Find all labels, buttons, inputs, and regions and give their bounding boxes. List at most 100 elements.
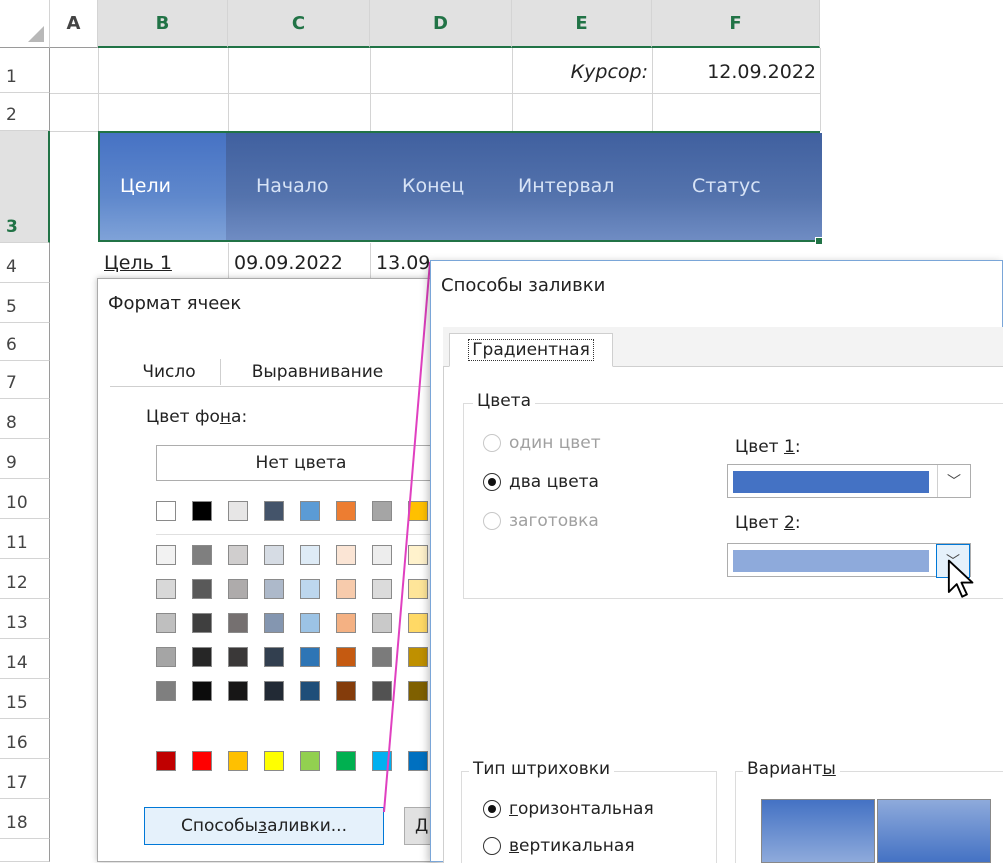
column-header-c[interactable]: C	[228, 0, 370, 48]
row-header-5[interactable]: 5	[0, 283, 50, 323]
tint-color-swatch[interactable]	[192, 613, 212, 633]
cell-f1[interactable]: 12.09.2022	[656, 52, 816, 92]
radio-horizontal[interactable]: горизонтальная	[483, 799, 654, 819]
tint-color-swatch[interactable]	[156, 647, 176, 667]
shading-group-label: Тип штриховки	[469, 759, 615, 779]
standard-color-swatch[interactable]	[336, 751, 356, 771]
radio-vertical[interactable]: вертикальная	[483, 836, 635, 856]
radio-two-colors-label: два цвета	[509, 472, 599, 492]
row-header-9[interactable]: 9	[0, 439, 50, 479]
row-header-8[interactable]: 8	[0, 399, 50, 439]
fill-effects-dialog: Способы заливки Градиентная Цвета один ц…	[430, 260, 1003, 863]
tab-number[interactable]: Число	[124, 357, 214, 387]
theme-color-swatch[interactable]	[264, 501, 284, 521]
variant-2[interactable]	[877, 799, 991, 863]
fill-handle[interactable]	[815, 237, 823, 245]
chevron-down-icon[interactable]: ﹀	[937, 465, 970, 497]
color2-dropdown[interactable]: ﹀	[727, 543, 971, 578]
theme-color-swatch[interactable]	[156, 501, 176, 521]
tint-color-swatch[interactable]	[192, 681, 212, 701]
tint-color-swatch[interactable]	[336, 545, 356, 565]
theme-color-swatch[interactable]	[336, 501, 356, 521]
row-header-2[interactable]: 2	[0, 93, 50, 131]
tint-color-swatch[interactable]	[156, 579, 176, 599]
tint-color-swatch[interactable]	[264, 647, 284, 667]
tint-color-swatch[interactable]	[228, 681, 248, 701]
cell-b4[interactable]: Цель 1	[104, 246, 228, 280]
row-header-3[interactable]: 3	[0, 131, 50, 243]
tint-color-swatch[interactable]	[192, 647, 212, 667]
tint-color-swatch[interactable]	[264, 613, 284, 633]
tab-gradient[interactable]: Градиентная	[449, 333, 613, 367]
tab-alignment[interactable]: Выравнивание	[230, 357, 405, 387]
standard-color-swatch[interactable]	[156, 751, 176, 771]
row-header-11[interactable]: 11	[0, 519, 50, 559]
tint-color-swatch[interactable]	[264, 681, 284, 701]
tint-color-swatch[interactable]	[228, 647, 248, 667]
tint-color-swatch[interactable]	[228, 545, 248, 565]
tint-color-swatch[interactable]	[336, 613, 356, 633]
tint-color-swatch[interactable]	[336, 681, 356, 701]
theme-color-swatch[interactable]	[300, 501, 320, 521]
tint-color-swatch[interactable]	[228, 579, 248, 599]
row-header-10[interactable]: 10	[0, 479, 50, 519]
tint-color-swatch[interactable]	[336, 579, 356, 599]
color2-label: Цвет 2:	[735, 513, 801, 533]
header-label-status: Статус	[692, 175, 761, 197]
row-header-1[interactable]: 1	[0, 48, 50, 93]
fill-effects-button[interactable]: Способы з аливки...	[144, 807, 384, 845]
standard-color-swatch[interactable]	[300, 751, 320, 771]
header-band[interactable]: Цели Начало Конец Интервал Статус	[98, 131, 822, 242]
tint-color-swatch[interactable]	[156, 545, 176, 565]
tint-color-swatch[interactable]	[300, 647, 320, 667]
radio-one-color[interactable]: один цвет	[483, 433, 601, 453]
cell-e1[interactable]: Курсор:	[520, 52, 648, 92]
row-header-18[interactable]: 18	[0, 799, 50, 839]
row-header-14[interactable]: 14	[0, 639, 50, 679]
tab-gradient-label: Градиентная	[468, 339, 594, 361]
radio-preset[interactable]: заготовка	[483, 511, 599, 531]
tint-color-swatch[interactable]	[228, 613, 248, 633]
standard-color-swatch[interactable]	[192, 751, 212, 771]
tint-color-swatch[interactable]	[156, 681, 176, 701]
standard-color-swatch[interactable]	[228, 751, 248, 771]
row-header-7[interactable]: 7	[0, 361, 50, 399]
theme-color-swatch[interactable]	[192, 501, 212, 521]
tint-color-swatch[interactable]	[156, 613, 176, 633]
row-header-19[interactable]	[0, 839, 50, 862]
radio-horizontal-label: горизонтальная	[509, 799, 654, 819]
variant-1[interactable]	[761, 799, 875, 863]
row-header-12[interactable]: 12	[0, 559, 50, 599]
theme-color-swatch[interactable]	[228, 501, 248, 521]
tint-color-swatch[interactable]	[300, 579, 320, 599]
cell-c4[interactable]: 09.09.2022	[234, 246, 370, 280]
select-all-corner[interactable]	[0, 0, 50, 48]
tint-color-swatch[interactable]	[300, 613, 320, 633]
color1-dropdown[interactable]: ﹀	[727, 464, 971, 498]
gridline	[228, 243, 229, 283]
row-header-15[interactable]: 15	[0, 679, 50, 719]
tint-color-swatch[interactable]	[336, 647, 356, 667]
bg-color-label: Цвет фона:	[146, 407, 248, 427]
column-header-b[interactable]: B	[98, 0, 228, 48]
row-header-13[interactable]: 13	[0, 599, 50, 639]
column-header-f[interactable]: F	[652, 0, 820, 48]
column-header-e[interactable]: E	[512, 0, 652, 48]
variants-group-label: Варианты	[743, 759, 840, 779]
tint-color-swatch[interactable]	[192, 545, 212, 565]
column-header-a[interactable]: A	[50, 0, 98, 48]
row-header-16[interactable]: 16	[0, 719, 50, 759]
colors-group-label: Цвета	[473, 391, 535, 411]
row-header-6[interactable]: 6	[0, 323, 50, 361]
tint-color-swatch[interactable]	[264, 579, 284, 599]
tint-color-swatch[interactable]	[300, 681, 320, 701]
column-header-d[interactable]: D	[370, 0, 512, 48]
tint-color-swatch[interactable]	[192, 579, 212, 599]
row-header-17[interactable]: 17	[0, 759, 50, 799]
tint-color-swatch[interactable]	[300, 545, 320, 565]
tint-color-swatch[interactable]	[264, 545, 284, 565]
standard-color-swatch[interactable]	[264, 751, 284, 771]
row-header-4[interactable]: 4	[0, 243, 50, 283]
radio-two-colors[interactable]: два цвета	[483, 472, 599, 492]
gridline	[50, 93, 820, 94]
